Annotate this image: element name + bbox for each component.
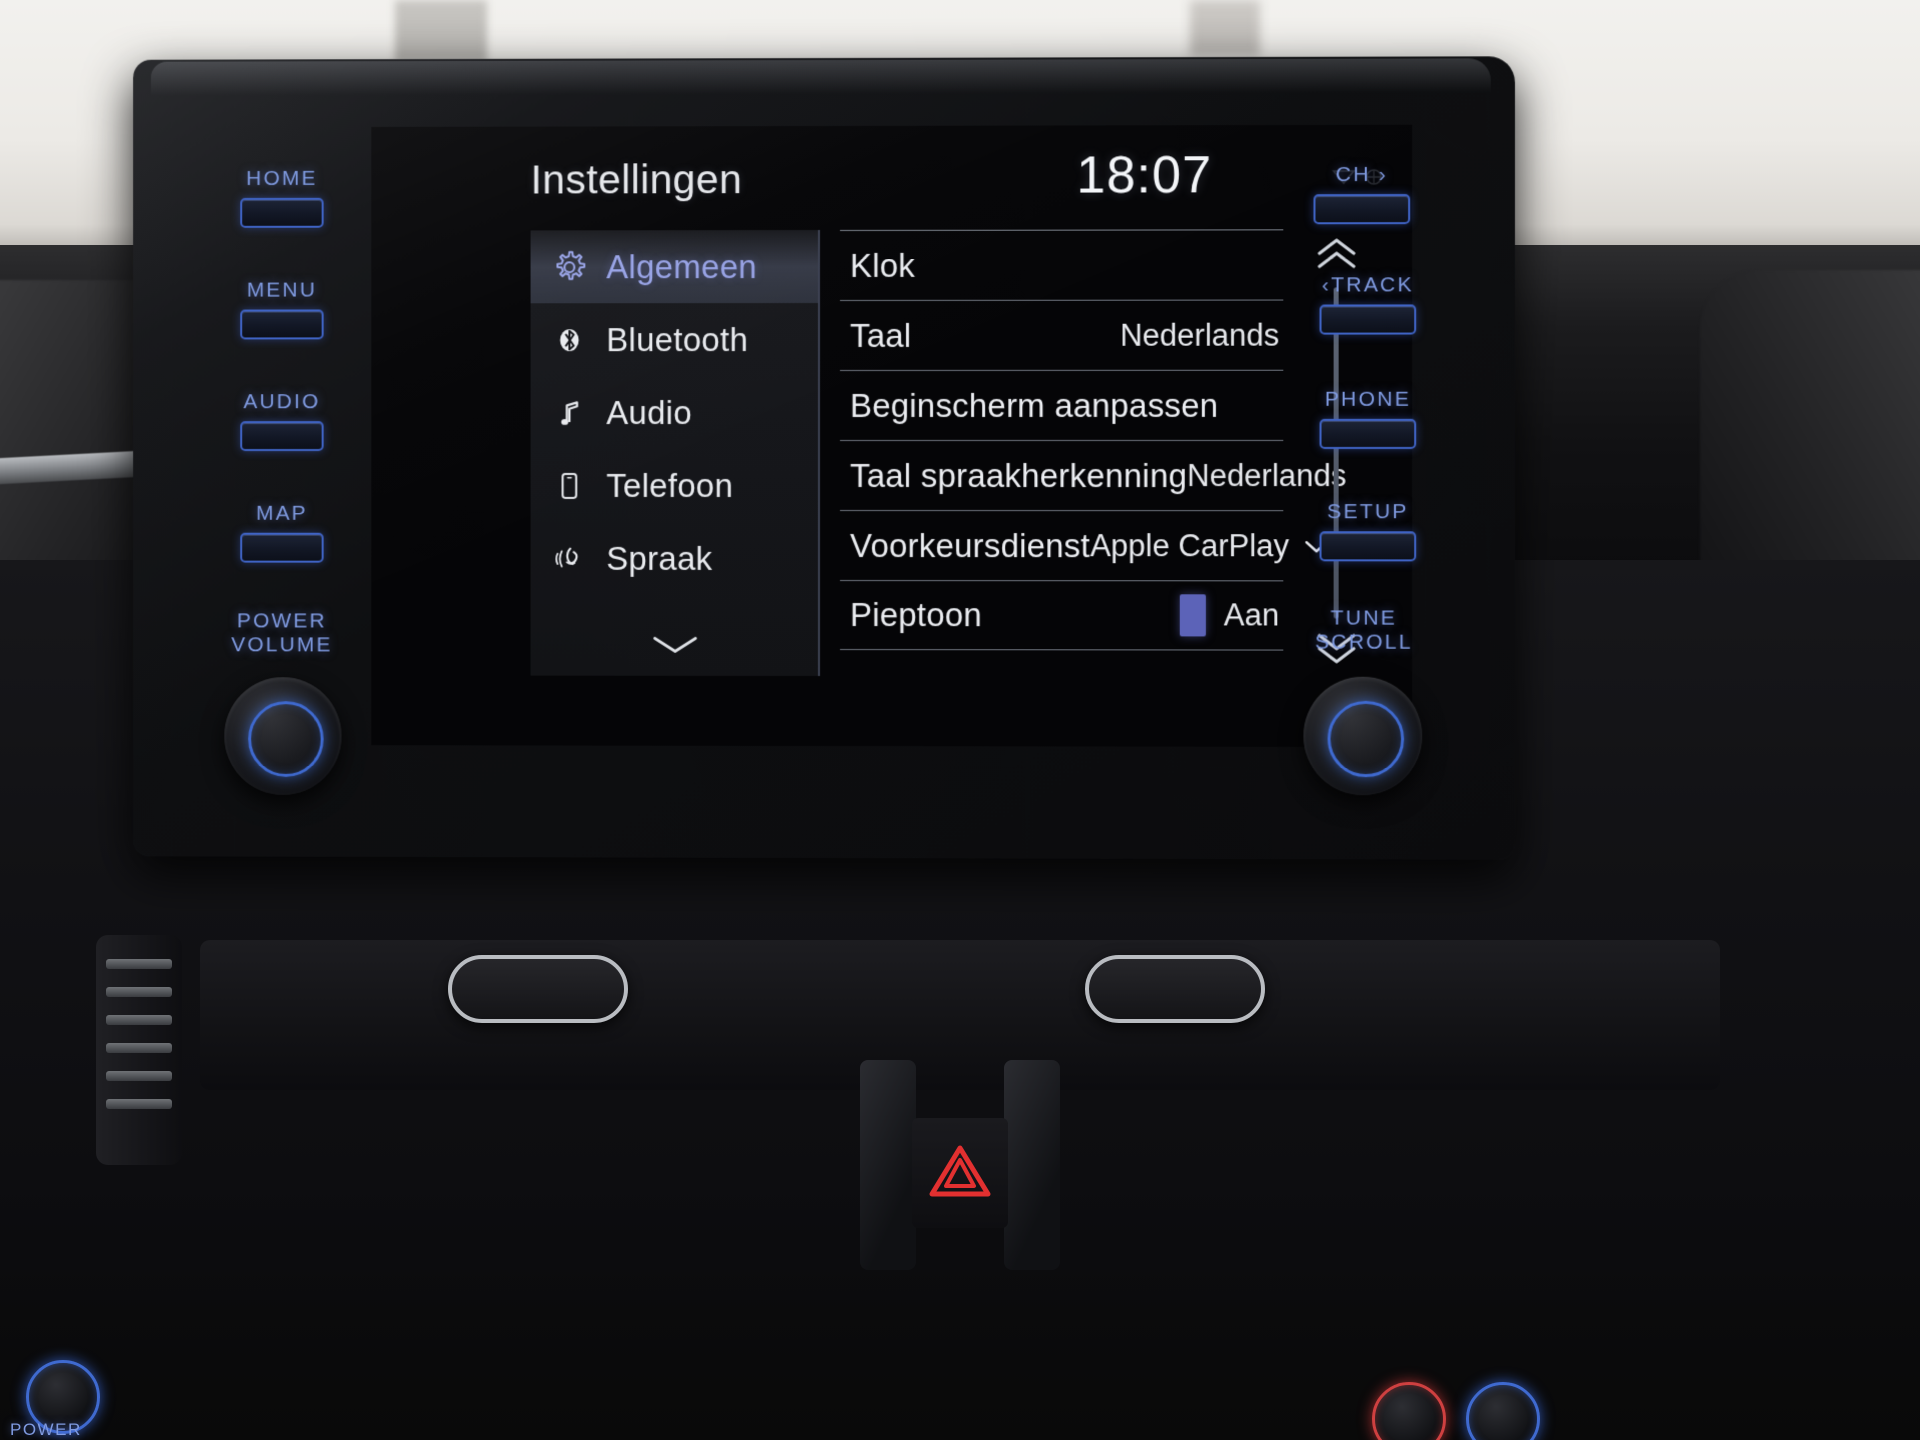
row-label: Beginscherm aanpassen [850, 386, 1219, 424]
hazard-switch-housing [860, 1060, 1060, 1270]
hw-key-cap[interactable] [1319, 530, 1417, 561]
hw-button-home[interactable]: HOME [240, 166, 324, 228]
list-row-beginscherm-aanpassen[interactable]: Beginscherm aanpassen [840, 369, 1284, 440]
hw-button-map[interactable]: MAP [240, 501, 324, 563]
list-row-pieptoon[interactable]: Pieptoon Aan [840, 580, 1284, 651]
hw-button-menu[interactable]: MENU [240, 278, 324, 339]
sidebar-item-label: Bluetooth [606, 321, 749, 359]
infotainment-screen[interactable]: Instellingen 18:07 Algemeen Bluetooth Au… [371, 124, 1413, 748]
hw-key-cap[interactable] [240, 308, 324, 339]
hw-button-label: MENU [246, 278, 317, 302]
hw-button-audio[interactable]: AUDIO [240, 390, 324, 451]
vent-slat [106, 1099, 172, 1109]
infotainment-head-unit: Instellingen 18:07 Algemeen Bluetooth Au… [133, 56, 1515, 860]
hazard-trim-left [860, 1060, 916, 1270]
hw-button-label: SETUP [1327, 500, 1409, 524]
row-label: Klok [850, 246, 916, 284]
row-label: Voorkeursdienst [850, 526, 1091, 564]
power-volume-knob[interactable] [224, 677, 342, 795]
hw-button-label: MAP [256, 501, 308, 525]
windshield-reflection-left [395, 0, 487, 62]
sidebar-item-label: Telefoon [606, 466, 734, 504]
hw-button-label: HOME [246, 166, 318, 190]
settings-category-sidebar: Algemeen Bluetooth Audio Telefoon Spraak [530, 230, 821, 676]
dashboard-right-trim [1700, 270, 1920, 590]
hazard-triangle-icon [928, 1142, 992, 1205]
screen-header: Instellingen 18:07 [371, 125, 1412, 235]
hw-key-cap[interactable] [240, 420, 324, 451]
vent-slat [106, 1015, 172, 1025]
hw-key-cap[interactable] [240, 532, 324, 563]
hw-button-label: PHONE [1324, 387, 1411, 411]
scroll-up-button[interactable] [1309, 235, 1363, 275]
row-value-group: Nederlands [1120, 317, 1279, 353]
row-value: Apple CarPlay [1090, 527, 1290, 563]
power-volume-label-group: POWER VOLUME [230, 609, 333, 656]
pieptoon-toggle[interactable] [1179, 594, 1206, 637]
clock-display: 18:07 [1076, 146, 1213, 205]
hw-key-cap[interactable] [1319, 303, 1417, 335]
tune-scroll-label-group: TUNE SCROLL [1313, 606, 1414, 653]
music-note-icon [547, 393, 593, 433]
hazard-light-button[interactable] [912, 1118, 1008, 1228]
row-value-group: Apple CarPlay [1090, 528, 1329, 564]
power-volume-label: POWER VOLUME [231, 609, 333, 656]
scrollbar-track[interactable] [1333, 287, 1339, 619]
sidebar-item-telefoon[interactable]: Telefoon [531, 449, 818, 522]
power-mini-label: POWER [10, 1420, 82, 1439]
vent-slat [106, 1071, 172, 1081]
hw-button-ch[interactable]: CH › [1313, 162, 1411, 224]
sidebar-item-bluetooth[interactable]: Bluetooth [531, 303, 818, 376]
list-row-klok[interactable]: Klok [840, 229, 1284, 300]
page-title: Instellingen [530, 156, 743, 203]
settings-list: Klok Taal Nederlands Beginscherm aanpass… [840, 229, 1346, 690]
hw-key-cap[interactable] [1319, 418, 1417, 449]
list-row-voorkeursdienst[interactable]: Voorkeursdienst Apple CarPlay [840, 510, 1283, 581]
driver-side-vent[interactable] [96, 935, 182, 1165]
dashboard-scene: Instellingen 18:07 Algemeen Bluetooth Au… [0, 0, 1920, 1440]
center-vent-left[interactable] [448, 955, 628, 1023]
screen-body: Algemeen Bluetooth Audio Telefoon Spraak… [371, 229, 1412, 747]
voice-icon [547, 538, 593, 578]
hw-button-label: ‹TRACK [1321, 273, 1414, 297]
chevron-down-icon [647, 631, 703, 662]
row-value: Nederlands [1119, 317, 1280, 353]
center-vent-right[interactable] [1085, 955, 1265, 1023]
sidebar-item-audio[interactable]: Audio [531, 376, 818, 449]
windshield-reflection-right [1190, 0, 1260, 56]
hazard-trim-right [1004, 1060, 1060, 1270]
hw-button-label: CH › [1335, 162, 1388, 187]
tune-scroll-label: TUNE SCROLL [1314, 606, 1413, 654]
sidebar-item-label: Algemeen [606, 248, 758, 286]
sidebar-scroll-down-button[interactable] [531, 624, 820, 670]
bluetooth-icon [547, 320, 593, 360]
row-value-group: Aan [1179, 594, 1280, 637]
vent-slat [106, 987, 172, 997]
bezel-top-highlight [150, 58, 1491, 96]
row-label: Pieptoon [850, 596, 983, 634]
list-row-taal-spraakherkenning[interactable]: Taal spraakherkenning Nederlands [840, 439, 1346, 511]
double-chevron-up-icon [1313, 236, 1359, 275]
hw-button-label: AUDIO [243, 390, 321, 414]
list-row-taal[interactable]: Taal Nederlands [840, 299, 1284, 370]
sidebar-item-spraak[interactable]: Spraak [531, 522, 818, 595]
row-label: Taal spraakherkenning [850, 456, 1188, 494]
hw-key-cap[interactable] [240, 197, 324, 228]
hw-button-track[interactable]: ‹TRACK [1319, 273, 1417, 335]
tune-scroll-knob[interactable] [1303, 676, 1423, 796]
sidebar-item-algemeen[interactable]: Algemeen [530, 230, 819, 304]
vent-slat [106, 1043, 172, 1053]
row-value: Aan [1223, 597, 1280, 633]
row-label: Taal [850, 316, 912, 354]
phone-icon [547, 465, 593, 505]
hw-button-setup[interactable]: SETUP [1319, 500, 1417, 561]
sidebar-item-label: Spraak [606, 539, 713, 577]
gear-icon [547, 247, 593, 287]
vent-slat [106, 959, 172, 969]
hw-key-cap[interactable] [1313, 193, 1411, 224]
sidebar-item-label: Audio [606, 394, 693, 432]
hw-button-phone[interactable]: PHONE [1319, 387, 1417, 449]
